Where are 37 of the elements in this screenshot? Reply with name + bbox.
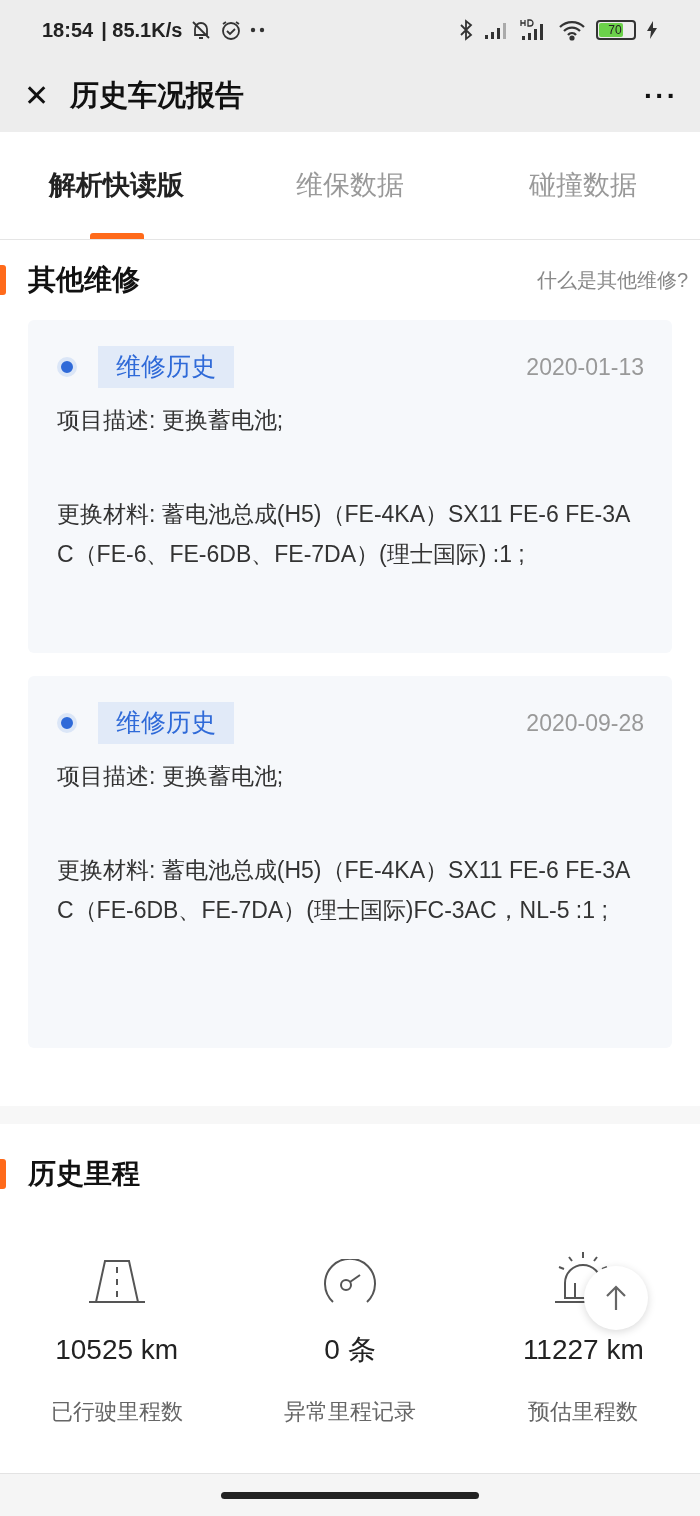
record-tag: 维修历史: [98, 702, 234, 744]
item-description: 项目描述: 更换蓄电池;: [57, 761, 285, 791]
alarm-icon: [220, 19, 243, 41]
section-marker: [0, 1159, 6, 1189]
section-title: 历史里程: [28, 1157, 140, 1191]
mileage-value: 10525 km: [55, 1333, 179, 1367]
home-indicator[interactable]: [221, 1491, 479, 1499]
mileage-value: 11227 km: [522, 1333, 644, 1367]
record-tag: 维修历史: [98, 346, 234, 388]
tab[interactable]: 解析快读版: [49, 164, 185, 233]
section-marker: [0, 265, 6, 295]
more-button[interactable]: ···: [644, 82, 678, 110]
mileage-label: 已行驶里程数: [50, 1398, 183, 1426]
record-date: 2020-01-13: [526, 352, 644, 382]
gauge-icon: [323, 1259, 377, 1303]
record-date: 2020-09-28: [526, 708, 644, 738]
mileage-value: 0 条: [324, 1333, 376, 1367]
charging-icon: [646, 20, 658, 40]
page-title: 历史车况报告: [70, 78, 244, 114]
mileage-label: 预估里程数: [528, 1398, 639, 1426]
more-notifications-icon: [250, 27, 267, 33]
material-text: 更换材料: 蓄电池总成(H5)（FE-4KA）SX11 FE-6 FE-3AC（FE-6DB、FE-7DA）(理士国际)FC-3AC，NL-5 :1 ;: [57, 855, 632, 925]
battery-percent: 70: [607, 23, 623, 37]
scroll-top-button[interactable]: [584, 1266, 648, 1330]
mileage-label: 异常里程记录: [284, 1398, 416, 1426]
section-title: 其他维修: [28, 263, 140, 297]
help-link[interactable]: 什么是其他维修?: [536, 265, 700, 295]
item-description: 项目描述: 更换蓄电池;: [57, 405, 285, 435]
status-time: 18:54: [42, 18, 94, 43]
bluetooth-icon: [458, 19, 474, 41]
wifi-icon: [558, 19, 586, 41]
material-text: 更换材料: 蓄电池总成(H5)（FE-4KA）SX11 FE-6 FE-3AC（FE-6、FE-6DB、FE-7DA）(理士国际) :1 ;: [57, 499, 632, 569]
network-speed: | 85.1K/s: [101, 18, 183, 43]
road-icon: [87, 1259, 146, 1303]
battery-icon: [596, 20, 636, 40]
close-button[interactable]: ✕: [22, 81, 50, 111]
arrow-up-icon: [605, 1285, 627, 1311]
